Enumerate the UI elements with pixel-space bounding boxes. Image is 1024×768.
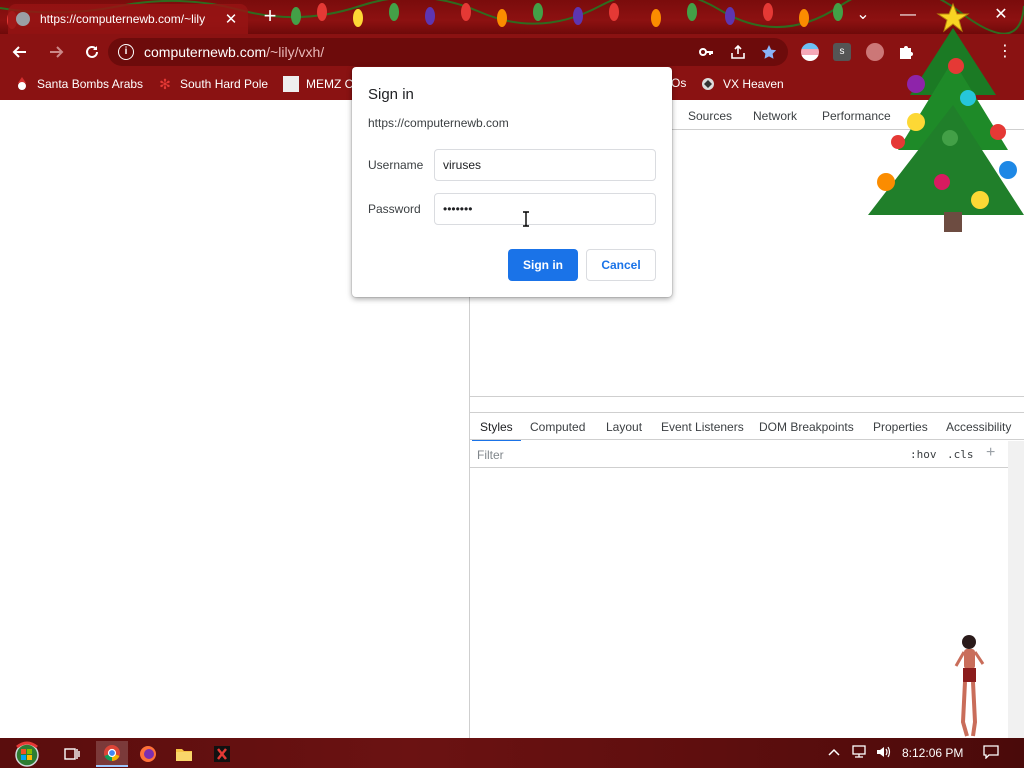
username-field[interactable] bbox=[434, 149, 656, 181]
bookmark-south-hard-pole[interactable]: ✻ South Hard Pole bbox=[157, 76, 268, 92]
devtools-split-divider[interactable] bbox=[470, 396, 1024, 397]
network-icon[interactable] bbox=[851, 745, 867, 762]
tab-title: https://computernewb.com/~lily bbox=[40, 12, 206, 26]
vx-heaven-icon bbox=[700, 76, 716, 92]
tab-properties[interactable]: Properties bbox=[873, 420, 928, 434]
password-field[interactable] bbox=[434, 193, 656, 225]
address-bar[interactable]: i computernewb.com/~lily/vxh/ bbox=[108, 38, 788, 66]
christmas-tree-decoration bbox=[868, 2, 1024, 232]
new-style-rule-icon[interactable]: + bbox=[986, 444, 995, 462]
file-explorer-taskbar-icon[interactable] bbox=[168, 741, 200, 767]
bookmark-label: Os bbox=[671, 76, 687, 90]
dialog-origin: https://computernewb.com bbox=[368, 116, 509, 130]
forward-icon[interactable] bbox=[40, 36, 72, 68]
chrome-taskbar-icon[interactable] bbox=[96, 741, 128, 767]
tab-close-icon[interactable]: ✕ bbox=[222, 10, 240, 28]
sign-in-button[interactable]: Sign in bbox=[508, 249, 578, 281]
task-view-icon[interactable] bbox=[56, 741, 88, 767]
hov-toggle[interactable]: :hov bbox=[910, 448, 937, 461]
santa-icon bbox=[14, 76, 30, 92]
dancing-figure-decoration bbox=[954, 635, 985, 737]
bookmark-memz[interactable]: MEMZ C bbox=[283, 76, 353, 92]
url-host: computernewb.com bbox=[144, 44, 267, 60]
text-cursor-icon bbox=[523, 211, 529, 227]
devtools-styles-tabs: Styles Computed Layout Event Listeners D… bbox=[470, 412, 1024, 442]
reload-icon[interactable] bbox=[76, 36, 108, 68]
tab-favicon-icon bbox=[16, 12, 30, 26]
tab-sources[interactable]: Sources bbox=[688, 109, 732, 123]
tab-computed[interactable]: Computed bbox=[530, 420, 585, 434]
taskbar-clock[interactable]: 8:12:06 PM bbox=[902, 746, 963, 760]
cancel-button[interactable]: Cancel bbox=[586, 249, 656, 281]
username-label: Username bbox=[368, 158, 424, 172]
tab-network[interactable]: Network bbox=[753, 109, 797, 123]
bookmark-vx-heaven[interactable]: VX Heaven bbox=[700, 76, 784, 92]
tab-dom-breakpoints[interactable]: DOM Breakpoints bbox=[759, 420, 854, 434]
x-app-taskbar-icon[interactable] bbox=[206, 741, 238, 767]
back-icon[interactable] bbox=[4, 36, 36, 68]
memz-icon bbox=[283, 76, 299, 92]
firefox-taskbar-icon[interactable] bbox=[132, 741, 164, 767]
bookmark-star-icon[interactable] bbox=[761, 44, 777, 60]
bookmark-label: MEMZ C bbox=[306, 77, 354, 91]
share-icon[interactable] bbox=[730, 44, 746, 60]
tab-event-listeners[interactable]: Event Listeners bbox=[661, 420, 744, 434]
password-label: Password bbox=[368, 202, 421, 216]
show-hidden-icons-icon[interactable] bbox=[827, 745, 841, 762]
key-icon[interactable] bbox=[698, 44, 714, 60]
tab-accessibility[interactable]: Accessibility bbox=[946, 420, 1011, 434]
snowflake-icon: ✻ bbox=[159, 76, 171, 92]
start-orb-icon[interactable] bbox=[8, 741, 46, 767]
bookmark-label: South Hard Pole bbox=[180, 77, 269, 91]
new-tab-button[interactable]: + bbox=[258, 5, 282, 29]
flag-extension-icon[interactable] bbox=[801, 43, 819, 61]
styles-filter-input[interactable]: Filter bbox=[477, 448, 504, 462]
bookmark-santa-bombs-arabs[interactable]: Santa Bombs Arabs bbox=[14, 76, 143, 92]
tab-layout[interactable]: Layout bbox=[606, 420, 642, 434]
dialog-title: Sign in bbox=[368, 86, 414, 103]
styles-scrollbar[interactable] bbox=[1008, 441, 1024, 738]
site-info-icon[interactable]: i bbox=[118, 44, 134, 60]
notifications-icon[interactable] bbox=[983, 745, 999, 762]
tab-styles[interactable]: Styles bbox=[472, 420, 521, 442]
sign-in-dialog: Sign in https://computernewb.com Usernam… bbox=[352, 67, 672, 297]
styles-filter-row: Filter :hov .cls + bbox=[470, 441, 1024, 468]
cls-toggle[interactable]: .cls bbox=[947, 448, 974, 461]
bookmark-label: VX Heaven bbox=[723, 77, 784, 91]
s-extension-icon[interactable]: s bbox=[833, 43, 851, 61]
url-path: /~lily/vxh/ bbox=[266, 44, 325, 60]
bookmark-label: Santa Bombs Arabs bbox=[37, 77, 144, 91]
volume-icon[interactable] bbox=[875, 745, 891, 762]
address-url: computernewb.com/~lily/vxh/ bbox=[144, 44, 324, 60]
bookmark-os[interactable]: Os bbox=[671, 76, 686, 90]
browser-tab[interactable]: https://computernewb.com/~lily ✕ bbox=[8, 4, 248, 34]
taskbar: 8:12:06 PM bbox=[0, 738, 1024, 768]
